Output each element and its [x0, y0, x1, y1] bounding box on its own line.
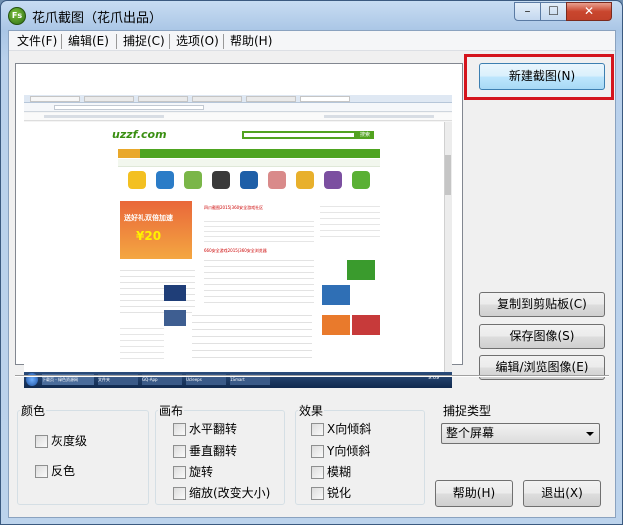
capture-type-value: 整个屏幕: [446, 426, 495, 440]
flip-vertical-checkbox[interactable]: [173, 445, 186, 458]
skew-x-label: X向倾斜: [327, 422, 372, 436]
app-icon: Fs: [8, 7, 26, 25]
effects-group-title: 效果: [299, 404, 324, 418]
screenshot-preview[interactable]: uzzf.com 搜索 送好礼双倍加速 ¥20 四爪截图2015|360安全游戏…: [15, 63, 463, 388]
title-bar[interactable]: Fs 花爪截图（花爪出品） – ☐ ✕: [1, 1, 622, 30]
flip-vertical-label: 垂直翻转: [189, 444, 238, 458]
site-headline: 四爪截图2015|360安全游戏社区: [204, 205, 264, 210]
skew-y-label: Y向倾斜: [327, 444, 371, 458]
save-image-button[interactable]: 保存图像(S): [479, 324, 605, 349]
capture-type-select[interactable]: 整个屏幕: [441, 423, 600, 444]
color-group-title: 颜色: [21, 404, 46, 418]
skew-x-checkbox[interactable]: [311, 423, 324, 436]
menu-bar: 文件(F) 编辑(E) 捕捉(C) 选项(O) 帮助(H): [9, 31, 615, 51]
site-nav-bar: [118, 149, 380, 158]
new-capture-button[interactable]: 新建截图(N): [479, 63, 605, 90]
resize-checkbox[interactable]: [173, 487, 186, 500]
grayscale-label: 灰度级: [51, 434, 88, 448]
blur-checkbox[interactable]: [311, 466, 324, 479]
grayscale-checkbox[interactable]: [35, 435, 48, 448]
menu-capture[interactable]: 捕捉(C): [121, 33, 167, 50]
flip-horizontal-label: 水平翻转: [189, 422, 238, 436]
capture-type-label: 捕捉类型: [443, 404, 492, 418]
close-button[interactable]: ✕: [566, 2, 612, 21]
menu-file[interactable]: 文件(F): [15, 33, 59, 50]
menu-separator: [169, 34, 170, 49]
resize-label: 缩放(改变大小): [189, 486, 271, 500]
menu-help[interactable]: 帮助(H): [228, 33, 274, 50]
menu-separator: [223, 34, 224, 49]
exit-button[interactable]: 退出(X): [523, 480, 601, 507]
invert-label: 反色: [51, 464, 76, 478]
color-group: 颜色: [17, 402, 149, 505]
skew-y-checkbox[interactable]: [311, 445, 324, 458]
promo-price: ¥20: [136, 229, 162, 243]
sharpen-checkbox[interactable]: [311, 487, 324, 500]
canvas-group-title: 画布: [159, 404, 184, 418]
menu-options[interactable]: 选项(O): [174, 33, 221, 50]
menu-separator: [61, 34, 62, 49]
menu-edit[interactable]: 编辑(E): [66, 33, 111, 50]
divider: [15, 375, 609, 377]
help-button[interactable]: 帮助(H): [435, 480, 513, 507]
invert-checkbox[interactable]: [35, 465, 48, 478]
site-logo: uzzf.com: [112, 128, 167, 141]
rotate-label: 旋转: [189, 465, 214, 479]
minimize-button[interactable]: –: [514, 2, 541, 21]
maximize-button[interactable]: ☐: [540, 2, 567, 21]
site-subheadline: 660安全游戏2015|360安全浏览器: [204, 248, 267, 253]
sharpen-label: 锐化: [327, 486, 352, 500]
client-area: 文件(F) 编辑(E) 捕捉(C) 选项(O) 帮助(H) uzzf.com 搜…: [8, 30, 616, 518]
chevron-down-icon: [586, 432, 594, 436]
flip-horizontal-checkbox[interactable]: [173, 423, 186, 436]
copy-to-clipboard-button[interactable]: 复制到剪贴板(C): [479, 292, 605, 317]
rotate-checkbox[interactable]: [173, 466, 186, 479]
blur-label: 模糊: [327, 465, 352, 479]
window-title: 花爪截图（花爪出品）: [32, 11, 163, 26]
menu-separator: [116, 34, 117, 49]
promo-text: 送好礼双倍加速: [124, 214, 173, 222]
site-search-button: 搜索: [356, 131, 374, 139]
app-window: Fs 花爪截图（花爪出品） – ☐ ✕ 文件(F) 编辑(E) 捕捉(C) 选项…: [0, 0, 623, 525]
captured-screen-image: uzzf.com 搜索 送好礼双倍加速 ¥20 四爪截图2015|360安全游戏…: [24, 95, 452, 388]
